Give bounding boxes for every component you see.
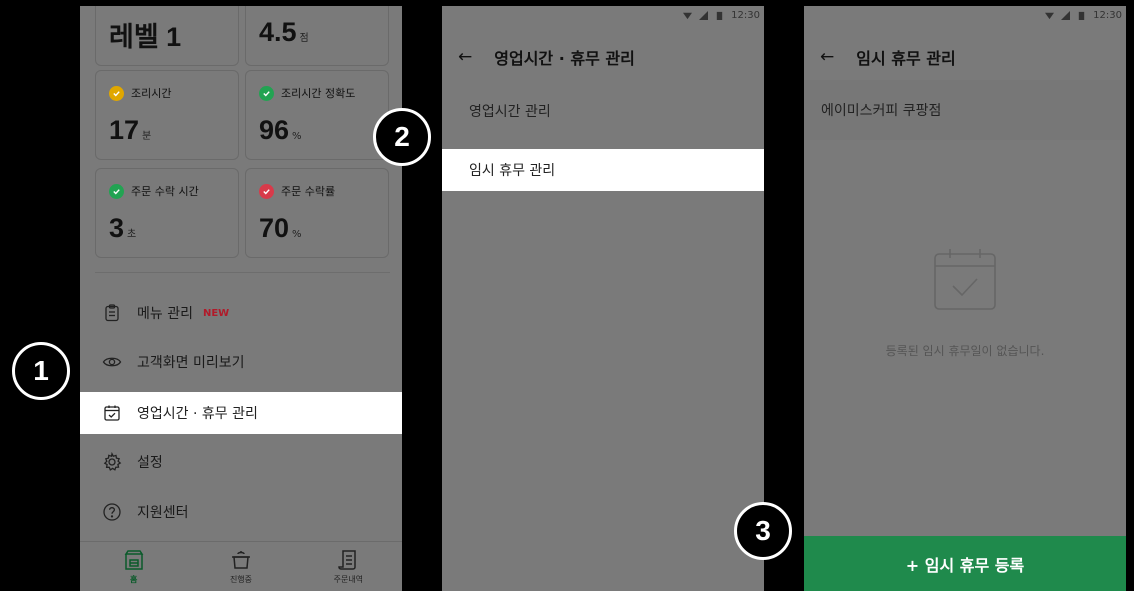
calendar-check-icon — [102, 403, 122, 423]
good-check-icon — [259, 85, 274, 101]
level-card: 레벨 1 — [95, 6, 239, 66]
menu-item-customer-preview[interactable]: 고객화면 미리보기 — [80, 341, 402, 383]
nav-tab-in-progress[interactable]: 진행중 — [187, 542, 294, 591]
store-name-label: 에이미스커피 쿠팡점 — [821, 103, 942, 119]
clock: 12:30 — [1093, 10, 1122, 21]
signal-icon — [699, 11, 709, 20]
empty-state-message: 등록된 임시 휴무일이 없습니다. — [885, 344, 1045, 358]
gear-icon — [102, 452, 122, 472]
accept-rate-label: 주문 수락률 — [281, 185, 336, 198]
help-icon — [102, 502, 122, 522]
menu-item-label: 고객화면 미리보기 — [137, 355, 245, 371]
menu-item-settings[interactable]: 설정 — [80, 441, 402, 483]
good-check-icon — [109, 183, 124, 199]
empty-state: 등록된 임시 휴무일이 없습니다. — [804, 246, 1126, 359]
clock: 12:30 — [731, 10, 760, 21]
bottom-navigation: 홈 진행중 주문내역 — [80, 541, 402, 591]
receipt-icon — [338, 549, 357, 570]
calendar-check-icon — [934, 249, 996, 310]
nav-tab-order-history[interactable]: 주문내역 — [295, 542, 402, 591]
app-bar: ← 임시 휴무 관리 — [804, 40, 1126, 74]
nav-tab-label: 진행중 — [229, 574, 253, 584]
menu-item-label: 지원센터 — [137, 505, 189, 521]
accept-time-value: 3 — [109, 213, 125, 243]
rating-unit: 점 — [299, 33, 309, 44]
accept-time-unit: 초 — [127, 229, 137, 240]
cooking-accuracy-label: 조리시간 정확도 — [281, 87, 356, 100]
bad-check-icon — [259, 183, 274, 199]
status-bar: 12:30 — [683, 10, 760, 21]
level-value: 레벨 1 — [109, 22, 182, 52]
back-arrow-icon[interactable]: ← — [458, 47, 472, 67]
list-item-label: 영업시간 관리 — [469, 104, 551, 120]
menu-item-label: 메뉴 관리 — [137, 306, 193, 322]
add-temporary-closure-button[interactable]: + 임시 휴무 등록 — [804, 536, 1126, 591]
list-item-label: 임시 휴무 관리 — [469, 163, 556, 179]
business-hours-screen: 12:30 ← 영업시간 · 휴무 관리 영업시간 관리 임시 휴무 관리 — [442, 6, 764, 591]
step-badge-1: 1 — [12, 342, 70, 400]
step-badge-3: 3 — [734, 502, 792, 560]
accept-time-card: 주문 수락 시간 3 초 — [95, 168, 239, 258]
pot-icon — [231, 550, 250, 569]
cooking-accuracy-value: 96 — [259, 115, 290, 145]
accept-time-label: 주문 수락 시간 — [131, 185, 199, 198]
menu-item-label: 설정 — [137, 455, 163, 471]
clipboard-icon — [102, 303, 122, 323]
accept-rate-value: 70 — [259, 213, 290, 243]
home-store-icon — [124, 549, 144, 570]
cooking-accuracy-card: 조리시간 정확도 96 % — [245, 70, 389, 160]
nav-tab-label: 주문내역 — [333, 574, 364, 584]
eye-icon — [102, 352, 122, 372]
cooking-time-card: 조리시간 17 분 — [95, 70, 239, 160]
cooking-time-value: 17 — [109, 115, 140, 145]
home-screen: 레벨 1 4.5 점 조리시간 17 분 조리시간 정확도 96 % 주문 수락… — [80, 6, 402, 591]
signal-icon — [1061, 11, 1071, 20]
app-bar: ← 영업시간 · 휴무 관리 — [442, 40, 764, 74]
page-title: 임시 휴무 관리 — [856, 49, 956, 68]
temporary-closure-screen: 12:30 ← 임시 휴무 관리 에이미스커피 쿠팡점 등록된 임시 휴무일이 … — [804, 6, 1126, 591]
status-bar: 12:30 — [1045, 10, 1122, 21]
cooking-time-unit: 분 — [142, 131, 152, 142]
page-title: 영업시간 · 휴무 관리 — [494, 49, 635, 68]
accept-rate-unit: % — [292, 229, 302, 240]
menu-item-business-hours[interactable]: 영업시간 · 휴무 관리 — [80, 392, 402, 434]
menu-item-label: 영업시간 · 휴무 관리 — [137, 406, 258, 422]
divider — [95, 272, 390, 273]
cooking-time-label: 조리시간 — [131, 87, 172, 100]
menu-item-support-center[interactable]: 지원센터 — [80, 491, 402, 533]
nav-tab-label: 홈 — [129, 574, 138, 584]
wifi-icon — [1045, 12, 1055, 20]
rating-value: 4.5 — [259, 17, 297, 47]
new-badge: NEW — [202, 307, 230, 319]
battery-icon — [716, 11, 723, 20]
list-item-temporary-closure[interactable]: 임시 휴무 관리 — [442, 149, 764, 191]
wifi-icon — [683, 12, 693, 20]
menu-item-menu-management[interactable]: 메뉴 관리 NEW — [80, 292, 402, 334]
nav-tab-home[interactable]: 홈 — [80, 542, 187, 591]
battery-icon — [1078, 11, 1085, 20]
step-badge-2: 2 — [373, 108, 431, 166]
cooking-accuracy-unit: % — [292, 131, 302, 142]
accept-rate-card: 주문 수락률 70 % — [245, 168, 389, 258]
warning-check-icon — [109, 85, 124, 101]
rating-card: 4.5 점 — [245, 6, 389, 66]
back-arrow-icon[interactable]: ← — [820, 47, 834, 67]
store-name: 에이미스커피 쿠팡점 — [804, 80, 1126, 140]
list-item-business-hours[interactable]: 영업시간 관리 — [442, 90, 764, 132]
